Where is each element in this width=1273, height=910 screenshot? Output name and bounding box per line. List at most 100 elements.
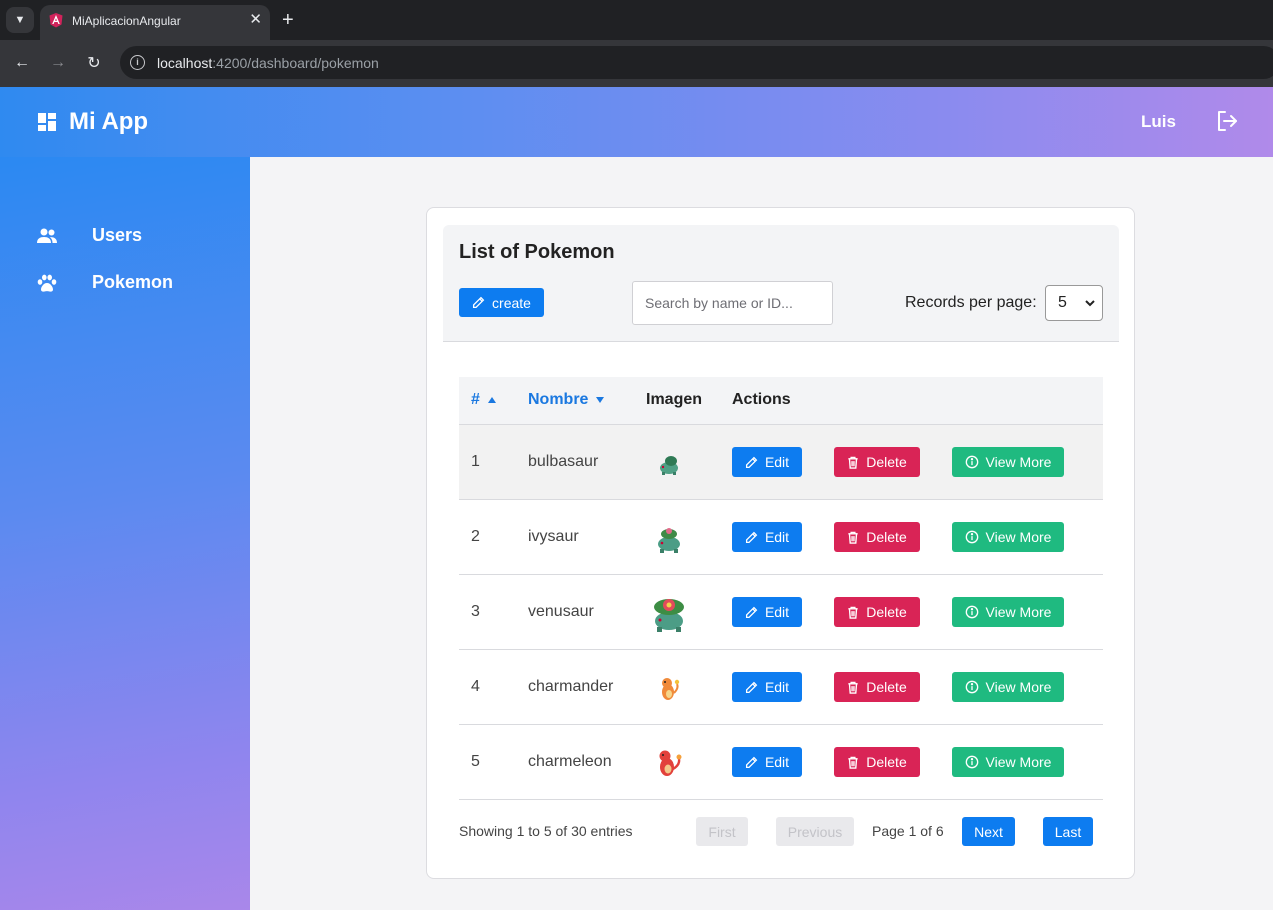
- view-more-button[interactable]: View More: [952, 597, 1064, 627]
- edit-button[interactable]: Edit: [732, 747, 802, 777]
- create-label: create: [492, 294, 531, 311]
- delete-label: Delete: [866, 679, 907, 695]
- trash-icon: [848, 606, 858, 619]
- forward-icon[interactable]: →: [45, 50, 71, 76]
- table-row: 4 charmander Edit Delete View More: [459, 650, 1103, 725]
- records-per-page-value: 5: [1058, 294, 1067, 311]
- pokemon-id: 3: [471, 603, 480, 620]
- search-input[interactable]: [632, 281, 833, 325]
- browser-tabbar: ▼ MiAplicacionAngular ✕ +: [0, 0, 1273, 40]
- tab-search-button[interactable]: ▼: [6, 7, 34, 33]
- view-more-label: View More: [985, 754, 1052, 770]
- edit-label: Edit: [764, 454, 790, 470]
- pokemon-name: bulbasaur: [528, 453, 599, 470]
- table-row: 5 charmeleon Edit Delete View More: [459, 725, 1103, 800]
- next-page-button[interactable]: Next: [962, 817, 1015, 846]
- trash-icon: [848, 531, 858, 544]
- column-header-id[interactable]: #: [471, 391, 496, 409]
- records-per-page-select[interactable]: 5: [1045, 285, 1103, 321]
- logout-icon[interactable]: [1215, 109, 1239, 133]
- edit-button[interactable]: Edit: [732, 522, 802, 552]
- pokemon-id: 1: [471, 453, 480, 470]
- pencil-icon: [745, 606, 758, 618]
- dashboard-icon: [38, 113, 56, 131]
- delete-label: Delete: [866, 754, 907, 770]
- table-row: 3 venusaur Edit Delete View More: [459, 575, 1103, 650]
- edit-label: Edit: [764, 679, 790, 695]
- trash-icon: [848, 681, 858, 694]
- last-page-button[interactable]: Last: [1043, 817, 1093, 846]
- browser-toolbar: ← → ↻ i localhost:4200/dashboard/pokemon: [0, 40, 1273, 87]
- records-per-page-label: Records per page:: [905, 294, 1037, 311]
- sidebar: Users Pokemon: [0, 157, 250, 910]
- tab-close-icon[interactable]: ✕: [249, 10, 262, 28]
- view-more-label: View More: [985, 454, 1052, 470]
- users-icon: [37, 228, 57, 243]
- sort-desc-icon: [596, 396, 605, 403]
- paw-icon: [37, 274, 57, 292]
- delete-button[interactable]: Delete: [834, 747, 920, 777]
- view-more-button[interactable]: View More: [952, 672, 1064, 702]
- edit-button[interactable]: Edit: [732, 672, 802, 702]
- address-bar[interactable]: i localhost:4200/dashboard/pokemon: [120, 46, 1273, 79]
- delete-button[interactable]: Delete: [834, 522, 920, 552]
- info-circle-icon: [965, 605, 978, 619]
- pokemon-sprite-image: [660, 456, 678, 475]
- card-header: List of Pokemon create Records per page:…: [443, 225, 1119, 342]
- app-header: Mi App Luis: [0, 87, 1273, 157]
- table-row: 2 ivysaur Edit Delete View More: [459, 500, 1103, 575]
- view-more-button[interactable]: View More: [952, 447, 1064, 477]
- column-header-name[interactable]: Nombre: [528, 391, 605, 409]
- pokemon-card: List of Pokemon create Records per page:…: [426, 207, 1135, 879]
- pencil-icon: [745, 756, 758, 768]
- user-name: Luis: [1141, 112, 1176, 131]
- edit-label: Edit: [764, 604, 790, 620]
- delete-label: Delete: [866, 604, 907, 620]
- table-row: 1 bulbasaur Edit Delete View More: [459, 425, 1103, 500]
- edit-label: Edit: [764, 529, 790, 545]
- pokemon-sprite-image: [659, 750, 682, 776]
- view-more-label: View More: [985, 529, 1052, 545]
- delete-label: Delete: [866, 529, 907, 545]
- edit-button[interactable]: Edit: [732, 447, 802, 477]
- delete-button[interactable]: Delete: [834, 597, 920, 627]
- delete-button[interactable]: Delete: [834, 672, 920, 702]
- pencil-icon: [745, 456, 758, 468]
- back-icon[interactable]: ←: [9, 50, 35, 76]
- sidebar-item-pokemon[interactable]: Pokemon: [0, 263, 250, 303]
- pokemon-sprite-image: [654, 599, 684, 632]
- trash-icon: [848, 456, 858, 469]
- view-more-button[interactable]: View More: [952, 522, 1064, 552]
- pokemon-sprite-image: [658, 528, 680, 553]
- entries-info: Showing 1 to 5 of 30 entries: [459, 823, 633, 839]
- reload-icon[interactable]: ↻: [81, 50, 107, 76]
- pencil-icon: [473, 296, 485, 309]
- site-info-icon[interactable]: i: [130, 55, 145, 70]
- tab-title: MiAplicacionAngular: [72, 14, 181, 28]
- delete-button[interactable]: Delete: [834, 447, 920, 477]
- trash-icon: [848, 756, 858, 769]
- column-header-actions: Actions: [732, 391, 791, 408]
- first-page-button[interactable]: First: [696, 817, 748, 846]
- info-circle-icon: [965, 530, 978, 544]
- pokemon-id: 2: [471, 528, 480, 545]
- edit-label: Edit: [764, 754, 790, 770]
- previous-page-button[interactable]: Previous: [776, 817, 854, 846]
- browser-tab[interactable]: MiAplicacionAngular ✕: [40, 5, 270, 40]
- angular-favicon-icon: [49, 13, 63, 28]
- page-indicator: Page 1 of 6: [872, 823, 944, 839]
- app-brand[interactable]: Mi App: [69, 108, 148, 136]
- pokemon-sprite-image: [662, 678, 680, 700]
- pencil-icon: [745, 531, 758, 543]
- sidebar-item-users[interactable]: Users: [0, 216, 250, 256]
- view-more-button[interactable]: View More: [952, 747, 1064, 777]
- url-text: localhost:4200/dashboard/pokemon: [157, 55, 379, 71]
- chevron-down-icon: [1085, 300, 1095, 307]
- sort-asc-icon: [487, 396, 496, 403]
- sidebar-item-label: Users: [92, 225, 143, 245]
- main-content: List of Pokemon create Records per page:…: [250, 157, 1273, 910]
- create-button[interactable]: create: [459, 288, 544, 317]
- edit-button[interactable]: Edit: [732, 597, 802, 627]
- pokemon-name: ivysaur: [528, 528, 579, 545]
- new-tab-icon[interactable]: +: [282, 7, 294, 33]
